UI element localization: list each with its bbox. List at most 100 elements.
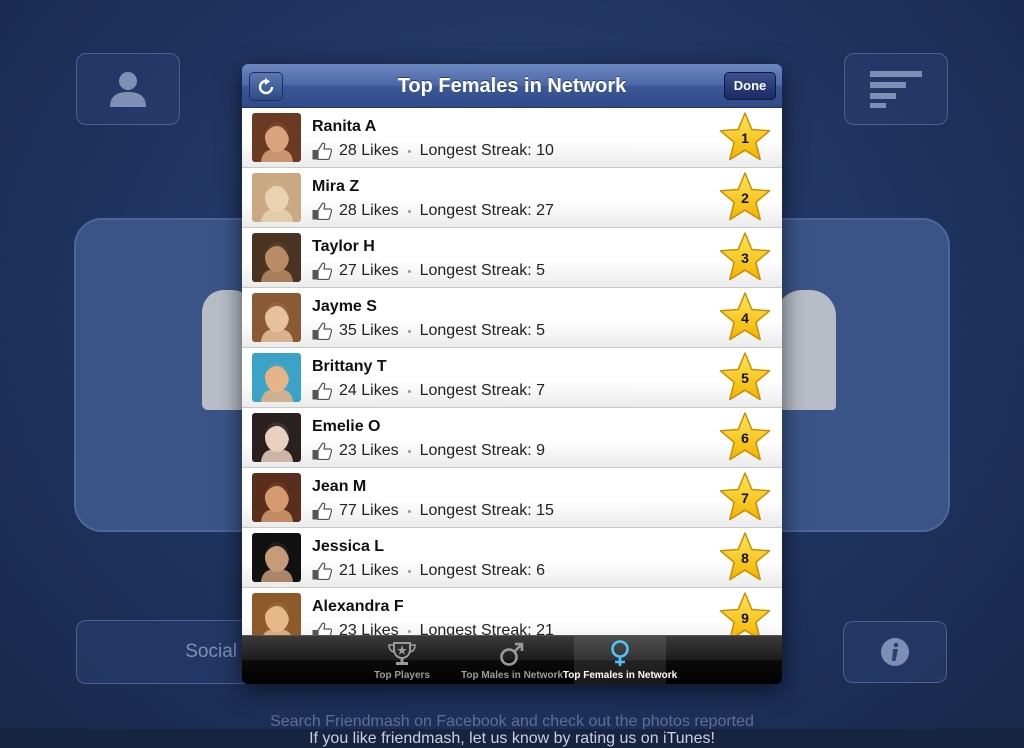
rank-number: 7 [741,490,749,506]
thumbs-up-icon [312,322,332,340]
tab-bar: Top Players Top Males in Network Top Fem… [242,635,782,684]
person-icon [110,72,146,107]
player-stats: 28 Likes Longest Streak: 10 [312,141,554,161]
thumbs-up-icon [312,442,332,460]
list-icon [870,71,922,108]
separator-dot [407,149,411,153]
female-figure-icon [776,290,836,410]
thumbs-up-icon [312,202,332,220]
player-name: Alexandra F [312,598,404,615]
refresh-button[interactable] [249,72,283,101]
list-item[interactable]: Taylor H 27 Likes Longest Streak: 5 3 [242,228,782,288]
player-name: Jayme S [312,298,377,315]
longest-streak: Longest Streak: 15 [419,502,554,519]
list-item[interactable]: Alexandra F 23 Likes Longest Streak: 21 … [242,588,782,635]
player-stats: 27 Likes Longest Streak: 5 [312,261,545,281]
thumbs-up-icon [312,262,332,280]
tab-top-players[interactable]: Top Players [360,636,444,684]
player-stats: 24 Likes Longest Streak: 7 [312,381,545,401]
avatar [252,233,301,282]
likes-count: 23 Likes [339,442,399,459]
longest-streak: Longest Streak: 5 [419,262,546,279]
likes-count: 21 Likes [339,562,399,579]
separator-dot [407,269,411,273]
refresh-icon [258,77,274,94]
tab-label: Top Males in Network [460,670,564,681]
avatar [252,413,301,462]
avatar [252,293,301,342]
player-stats: 23 Likes Longest Streak: 9 [312,441,545,461]
rank-number: 2 [741,190,749,206]
rank-number: 1 [741,130,749,146]
footer-text: If you like friendmash, let us know by r… [0,729,1024,748]
likes-count: 35 Likes [339,322,399,339]
player-name: Brittany T [312,358,387,375]
likes-count: 77 Likes [339,502,399,519]
longest-streak: Longest Streak: 7 [419,382,546,399]
avatar [252,353,301,402]
avatar [252,113,301,162]
player-stats: 35 Likes Longest Streak: 5 [312,321,545,341]
longest-streak: Longest Streak: 10 [419,142,554,159]
likes-count: 24 Likes [339,382,399,399]
player-stats: 28 Likes Longest Streak: 27 [312,201,554,221]
trophy-icon [388,642,416,665]
thumbs-up-icon [312,142,332,160]
list-item[interactable]: Brittany T 24 Likes Longest Streak: 7 5 [242,348,782,408]
longest-streak: Longest Streak: 27 [419,202,554,219]
list-item[interactable]: Ranita A 28 Likes Longest Streak: 10 1 [242,108,782,168]
info-button[interactable] [843,621,947,683]
list-item[interactable]: Emelie O 23 Likes Longest Streak: 9 6 [242,408,782,468]
player-stats: 23 Likes Longest Streak: 21 [312,621,554,635]
likes-count: 28 Likes [339,202,399,219]
page-title: Top Females in Network [397,75,627,97]
separator-dot [407,389,411,393]
player-name: Jessica L [312,538,385,555]
thumbs-up-icon [312,502,332,520]
list-item[interactable]: Jean M 77 Likes Longest Streak: 15 7 [242,468,782,528]
done-button[interactable]: Done [724,72,776,100]
info-icon [881,638,909,666]
male-symbol-icon [500,642,524,666]
separator-dot [407,449,411,453]
female-symbol-icon [611,640,629,666]
player-name: Ranita A [312,118,377,135]
player-name: Jean M [312,478,367,495]
separator-dot [407,569,411,573]
leaderboard-popover: Top Females in Network Done Ranita A 2 8 [242,64,782,684]
thumbs-up-icon [312,382,332,400]
footer-previous-text: Search Friendmash on Facebook and check … [270,714,754,730]
list-item[interactable]: Jayme S 35 Likes Longest Streak: 5 4 [242,288,782,348]
player-stats: 77 Likes Longest Streak: 15 [312,501,554,521]
avatar [252,173,301,222]
tab-top-females[interactable]: Top Females in Network [563,636,677,684]
rank-number: 8 [741,550,749,566]
likes-count: 27 Likes [339,262,399,279]
tab-top-males[interactable]: Top Males in Network [461,636,563,684]
tab-label: Top Players [374,670,430,681]
profile-button[interactable] [76,53,180,125]
social-label: Social [185,641,237,662]
player-stats: 21 Likes Longest Streak: 6 [312,561,545,581]
likes-count: 23 Likes [339,622,399,635]
thumbs-up-icon [312,622,332,635]
rank-number: 6 [741,430,749,446]
longest-streak: Longest Streak: 9 [419,442,546,459]
separator-dot [407,509,411,513]
rank-number: 3 [741,250,749,266]
longest-streak: Longest Streak: 6 [419,562,546,579]
list-item[interactable]: Mira Z 28 Likes Longest Streak: 27 2 [242,168,782,228]
longest-streak: Longest Streak: 5 [419,322,546,339]
navigation-bar: Top Females in Network Done [242,64,782,108]
longest-streak: Longest Streak: 21 [419,622,554,635]
likes-count: 28 Likes [339,142,399,159]
player-name: Taylor H [312,238,375,255]
avatar [252,593,301,635]
thumbs-up-icon [312,562,332,580]
leaderboard-list[interactable]: Ranita A 28 Likes Longest Streak: 10 1 M… [242,108,782,635]
tab-label: Top Females in Network [562,670,678,681]
list-item[interactable]: Jessica L 21 Likes Longest Streak: 6 8 [242,528,782,588]
player-name: Mira Z [312,178,360,195]
avatar [252,473,301,522]
menu-button[interactable] [844,53,948,125]
